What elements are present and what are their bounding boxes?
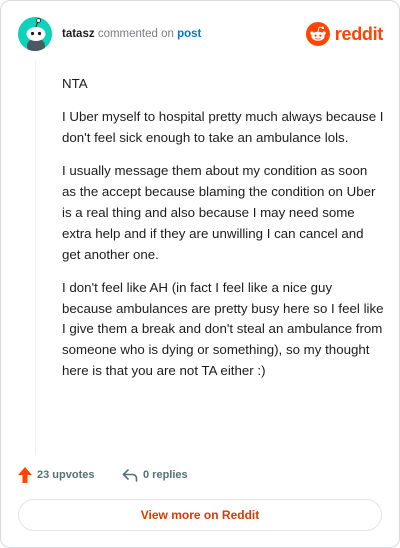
comment-paragraph: I Uber myself to hospital pretty much al…: [62, 109, 384, 146]
reddit-snoo-icon: [305, 22, 330, 46]
upvote-arrow-icon: [18, 467, 32, 483]
replies-stat[interactable]: 0 replies: [122, 466, 188, 484]
reply-arrow-icon: [122, 468, 138, 482]
comment-paragraph: NTA: [62, 76, 88, 91]
comment-paragraph: I usually message them about my conditio…: [62, 163, 376, 262]
replies-count: 0 replies: [143, 469, 188, 481]
comment-body: NTA I Uber myself to hospital pretty muc…: [62, 74, 384, 394]
upvotes-count: 23 upvotes: [37, 469, 95, 481]
thread-line: [35, 61, 36, 455]
author-line: tatasz commented on post: [62, 27, 201, 41]
comment-card: tatasz commented on post reddit NTA I Ub…: [0, 0, 400, 548]
logo-wordmark: reddit: [334, 23, 384, 44]
upvotes-stat[interactable]: 23 upvotes: [18, 466, 94, 484]
comment-paragraph: I don't feel like AH (in fact I feel lik…: [62, 279, 384, 379]
username-link[interactable]: tatasz: [62, 28, 95, 40]
user-avatar[interactable]: [18, 17, 52, 51]
view-more-button[interactable]: View more on Reddit: [18, 499, 382, 531]
snoo-avatar-icon: [18, 17, 52, 51]
post-link[interactable]: post: [177, 28, 201, 40]
comment-header: tatasz commented on post reddit: [18, 17, 383, 51]
action-text: commented on: [97, 28, 174, 40]
reddit-logo[interactable]: reddit: [305, 22, 384, 46]
